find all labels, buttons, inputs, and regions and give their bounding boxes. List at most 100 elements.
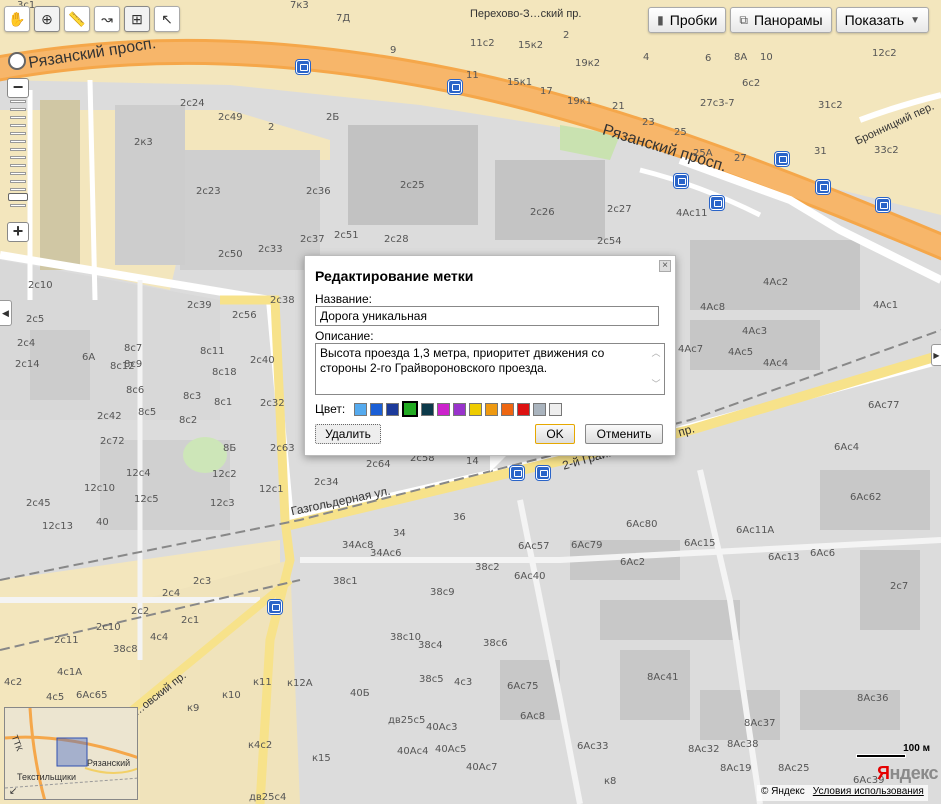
edit-placemark-dialog: × Редактирование метки Название: Дорога … (304, 255, 676, 456)
route-tool-button[interactable]: ↝ (94, 6, 120, 32)
building-number-label: 6Ас75 (507, 681, 539, 692)
building-number-label: 2с54 (597, 236, 622, 247)
zoom-slider-thumb[interactable] (8, 193, 28, 201)
color-swatch[interactable] (421, 402, 435, 416)
collapse-right-arrow-icon[interactable]: ▶ (931, 344, 941, 366)
bus-stop-icon[interactable] (536, 466, 550, 480)
traffic-label: Пробки (669, 12, 718, 28)
zoom-in-button[interactable]: + (7, 222, 29, 242)
building-number-label: 38с10 (390, 632, 421, 643)
collapse-left-arrow-icon[interactable]: ◀ (0, 300, 12, 326)
color-swatch[interactable] (386, 402, 400, 416)
ruler-tool-button[interactable]: 📏 (64, 6, 90, 32)
bus-stop-icon[interactable] (816, 180, 830, 194)
building-number-label: 2с24 (180, 98, 205, 109)
building-number-label: 4Ас4 (763, 358, 789, 369)
color-swatch[interactable] (533, 402, 547, 416)
building-number-label: 14 (466, 456, 479, 467)
close-icon[interactable]: × (659, 260, 671, 272)
compass-icon[interactable] (8, 52, 26, 70)
color-swatch[interactable] (453, 402, 467, 416)
building-number-label: 2с42 (97, 411, 122, 422)
color-swatch[interactable] (517, 402, 531, 416)
select-tool-button[interactable]: ↖ (154, 6, 180, 32)
color-swatch[interactable] (437, 402, 451, 416)
color-swatch[interactable] (469, 402, 483, 416)
ok-button[interactable]: OK (535, 424, 575, 444)
bus-stop-icon[interactable] (710, 196, 724, 210)
building-number-label: 27с3-7 (700, 98, 735, 109)
building-number-label: 4Ас3 (742, 326, 768, 337)
building-number-label: 8с2 (179, 415, 198, 426)
building-number-label: к8 (604, 776, 617, 787)
bus-stop-icon[interactable] (448, 80, 462, 94)
route-icon: ↝ (101, 10, 113, 27)
building-number-label: 2с49 (218, 112, 243, 123)
show-label: Показать (844, 12, 905, 28)
building-number-label: 4с1А (57, 667, 83, 678)
building-number-label: 8с11 (200, 346, 225, 357)
scale-label: 100 м (903, 743, 930, 754)
building-number-label: 34 (393, 528, 406, 539)
placemark-tool-button[interactable]: ⊞ (124, 6, 150, 32)
bus-stop-icon[interactable] (268, 600, 282, 614)
minimap-label-textilshchiki: Текстильщики (17, 772, 77, 782)
building-number-label: 40Ас5 (435, 744, 467, 755)
color-swatch[interactable] (501, 402, 515, 416)
building-number-label: 12с2 (872, 48, 897, 59)
cursor-icon: ↖ (161, 10, 173, 27)
building-number-label: 2с32 (260, 398, 285, 409)
show-dropdown[interactable]: Показать ▼ (835, 7, 929, 33)
street-label: Перехово-З…ский пр. (470, 8, 582, 20)
textarea-scrollbar[interactable]: ︿ ﹀ (650, 346, 662, 392)
building-number-label: 4Ас5 (728, 347, 754, 358)
minimap[interactable]: Рязанский Текстильщики ТТК ↙ (4, 707, 138, 800)
terms-link[interactable]: Условия использования (813, 786, 924, 800)
building-number-label: 2с10 (28, 280, 53, 291)
color-swatch[interactable] (354, 402, 368, 416)
bus-stop-icon[interactable] (876, 198, 890, 212)
description-textarea[interactable]: Высота проезда 1,3 метра, приоритет движ… (315, 343, 665, 395)
hand-tool-button[interactable]: ✋ (4, 6, 30, 32)
building-number-label: 2с37 (300, 234, 325, 245)
magnifier-icon: ⊕ (41, 10, 53, 27)
color-swatch[interactable] (402, 401, 419, 417)
building-number-label: 2с11 (54, 635, 79, 646)
bus-stop-icon[interactable] (674, 174, 688, 188)
building-number-label: 31с2 (818, 100, 843, 111)
building-number-label: 19к1 (567, 96, 593, 107)
minimap-resize-icon[interactable]: ↙ (9, 786, 17, 797)
color-swatch[interactable] (370, 402, 384, 416)
traffic-button[interactable]: ▮ Пробки (648, 7, 727, 33)
color-swatch[interactable] (549, 402, 563, 416)
cancel-button[interactable]: Отменить (585, 424, 663, 444)
panoramas-button[interactable]: ⧉ Панорамы (730, 7, 832, 33)
building-number-label: 9 (390, 45, 397, 56)
building-number-label: 4с2 (4, 677, 23, 688)
building-number-label: 11с2 (470, 38, 495, 49)
building-number-label: 6Ас15 (684, 538, 716, 549)
delete-button[interactable]: Удалить (315, 424, 381, 444)
building-number-label: 8Ас32 (688, 744, 720, 755)
building-number-label: 6Ас2 (620, 557, 646, 568)
building-number-label: 2с4 (162, 588, 181, 599)
building-number-label: 25А (693, 148, 713, 159)
building-number-label: 15к1 (507, 77, 533, 88)
minimap-canvas (5, 708, 137, 799)
zoom-out-button[interactable]: − (7, 78, 29, 98)
bus-stop-icon[interactable] (510, 466, 524, 480)
building-number-label: к10 (222, 690, 241, 701)
name-input[interactable]: Дорога уникальная (315, 306, 659, 326)
zoom-slider[interactable] (8, 100, 28, 220)
building-number-label: 2 (268, 122, 275, 133)
color-swatch[interactable] (485, 402, 499, 416)
building-number-label: 11 (466, 70, 479, 81)
building-number-label: 8Ас36 (857, 693, 889, 704)
building-number-label: 7к3 (290, 0, 309, 11)
bus-stop-icon[interactable] (296, 60, 310, 74)
zoom-tool-button[interactable]: ⊕ (34, 6, 60, 32)
building-number-label: дв25с4 (249, 792, 287, 803)
building-number-label: 4Ас2 (763, 277, 789, 288)
bus-stop-icon[interactable] (775, 152, 789, 166)
building-number-label: 8Ас41 (647, 672, 679, 683)
